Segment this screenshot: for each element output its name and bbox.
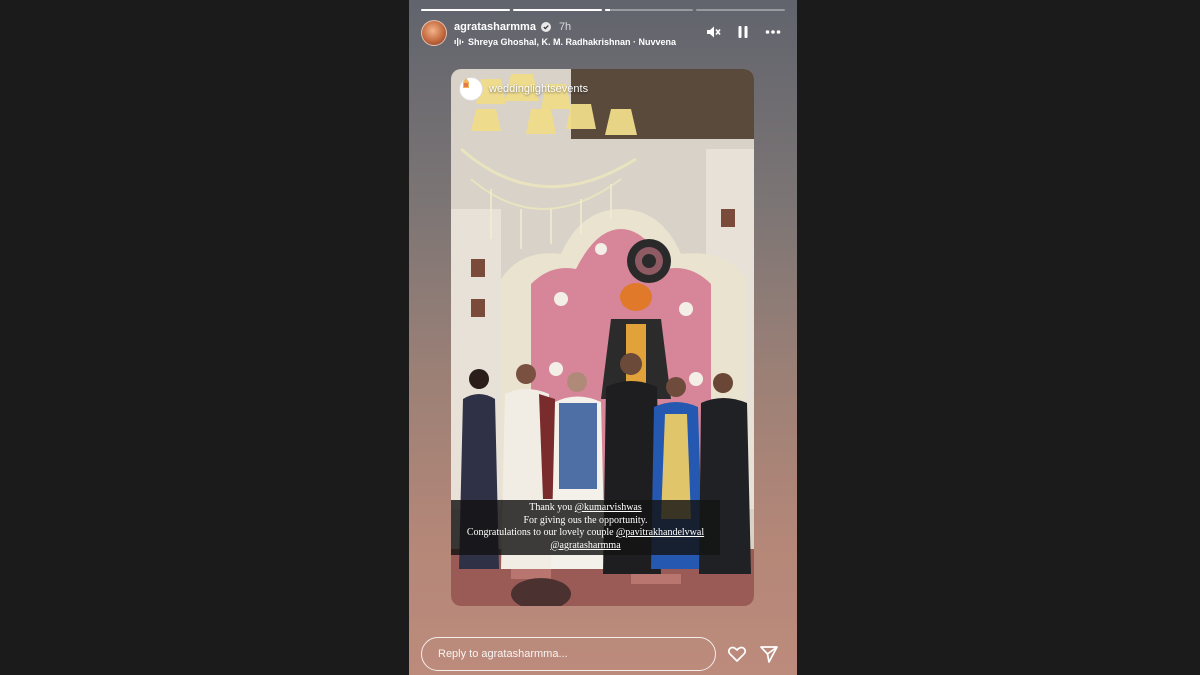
- story-viewer[interactable]: agratasharmma 7h Shreya Ghoshal, K. M. R…: [409, 0, 797, 675]
- mention-kumarvishwas[interactable]: @kumarvishwas: [575, 502, 642, 513]
- mention-agratasharmma[interactable]: @agratasharmma: [550, 540, 620, 551]
- progress-fill: [421, 9, 510, 11]
- music-text: Shreya Ghoshal, K. M. Radhakrishnan · Nu…: [468, 37, 677, 47]
- source-account-tag[interactable]: weddinglightsevents: [459, 77, 588, 101]
- progress-fill: [512, 9, 602, 11]
- post-time: 7h: [558, 21, 572, 33]
- music-bars-icon: [454, 38, 464, 46]
- caption-line-4: @agratasharmma: [454, 540, 717, 553]
- mention-pavitrakhandelvwal[interactable]: @pavitrakhandelvwal: [616, 527, 704, 538]
- heart-icon[interactable]: [727, 644, 747, 664]
- username[interactable]: agratasharmma: [454, 21, 536, 33]
- pause-icon[interactable]: [735, 24, 751, 40]
- caption-line-2: For giving ous the opportunity.: [523, 514, 648, 526]
- caption-text: Thank you: [529, 502, 575, 513]
- story-header: agratasharmma 7h Shreya Ghoshal, K. M. R…: [421, 18, 785, 50]
- progress-fill: [604, 9, 610, 11]
- verified-badge-icon: [540, 22, 551, 32]
- progress-segment: [604, 9, 694, 11]
- caption-line-1: Thank you @kumarvishwas: [454, 502, 717, 515]
- source-account-name: weddinglightsevents: [489, 83, 589, 95]
- caption-box: Thank you @kumarvishwas For giving ous t…: [451, 500, 720, 555]
- story-controls: [705, 24, 781, 40]
- music-info[interactable]: Shreya Ghoshal, K. M. Radhakrishnan · Nu…: [454, 37, 676, 47]
- user-line: agratasharmma 7h: [454, 21, 571, 33]
- avatar[interactable]: [421, 20, 447, 46]
- more-dots-icon[interactable]: [765, 24, 781, 40]
- caption-line-3: Congratulations to our lovely couple @pa…: [454, 527, 717, 540]
- reply-input[interactable]: [438, 648, 698, 660]
- caption-text: Congratulations to our lovely couple: [466, 527, 617, 538]
- source-logo-icon: [459, 77, 483, 101]
- story-photo[interactable]: weddinglightsevents Thank you @kumarvish…: [451, 69, 754, 606]
- send-icon[interactable]: [759, 644, 779, 664]
- story-progress: [421, 9, 785, 11]
- progress-segment: [512, 9, 602, 11]
- speaker-muted-icon[interactable]: [705, 24, 721, 40]
- lantern-icon: [463, 78, 469, 88]
- progress-segment: [421, 9, 510, 11]
- progress-segment: [696, 9, 785, 11]
- reply-field[interactable]: [421, 637, 716, 671]
